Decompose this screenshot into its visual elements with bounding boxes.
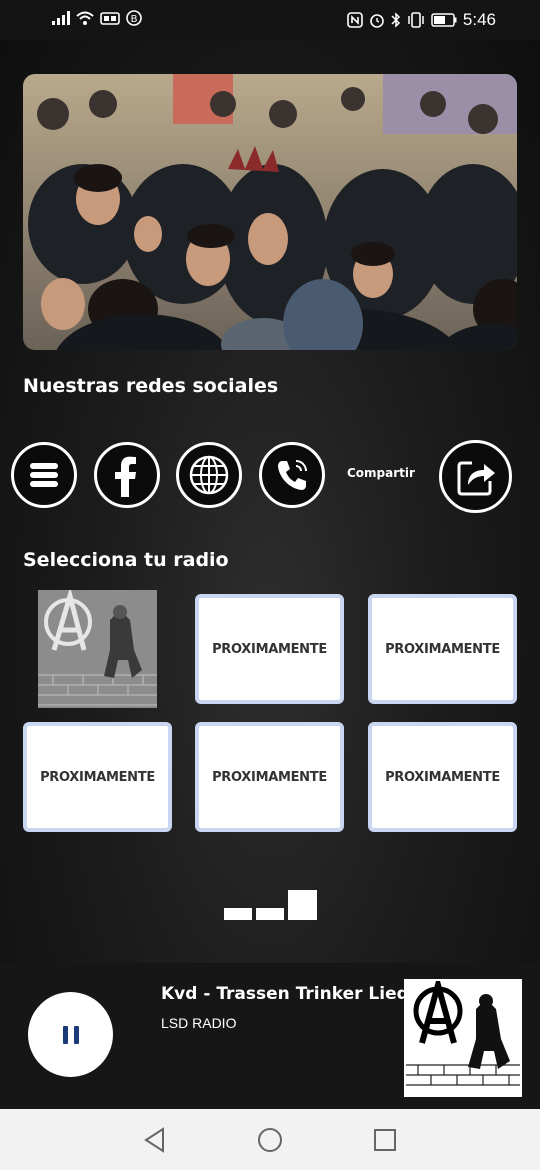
radio-tile-label: PROXIMAMENTE [385,769,500,785]
share-label: Compartir [347,466,415,480]
hd-icon [100,12,120,25]
wifi-icon [76,11,94,25]
svg-text:B: B [131,14,138,25]
back-icon [144,1127,164,1153]
radio-tile[interactable]: PROXIMAMENTE [195,722,344,832]
home-icon [258,1128,282,1152]
navigation-bar [0,1109,540,1170]
radio-tile-label: PROXIMAMENTE [385,641,500,657]
status-right: 5:46 [347,10,496,30]
home-button[interactable] [256,1126,284,1154]
vibrate-icon [408,12,424,28]
visualizer-bar [224,908,252,920]
battery-icon [431,13,457,27]
alarm-icon [370,14,384,28]
visualizer-bar [288,890,317,920]
status-time: 5:46 [462,10,496,29]
bluetooth-icon [391,12,400,28]
radio-tile-label: PROXIMAMENTE [40,769,155,785]
notification-b-icon: B [126,10,142,26]
radio-tile-label: PROXIMAMENTE [212,769,327,785]
hero-image [23,74,517,350]
phone-icon [278,460,307,490]
recents-button[interactable] [371,1126,399,1154]
radio-tile[interactable]: PROXIMAMENTE [368,594,517,704]
radio-tile[interactable]: PROXIMAMENTE [368,722,517,832]
globe-icon [189,455,229,495]
radio-tile-label: PROXIMAMENTE [212,641,327,657]
radio-section-title: Selecciona tu radio [23,549,229,571]
menu-icon [30,463,58,487]
share-icon [457,461,495,495]
pause-icon [62,1025,79,1044]
menu-button[interactable] [11,442,77,508]
visualizer-bar [256,908,284,920]
album-cover [404,979,522,1097]
radio-tile[interactable]: PROXIMAMENTE [23,722,172,832]
station-name: LSD RADIO [161,1015,237,1031]
phone-button[interactable] [259,442,325,508]
facebook-button[interactable] [94,442,160,508]
radio-tile[interactable]: PROXIMAMENTE [195,594,344,704]
pause-button[interactable] [28,992,113,1077]
nfc-icon [347,12,363,28]
back-button[interactable] [141,1126,169,1154]
share-button[interactable] [439,440,512,513]
recents-icon [374,1129,396,1151]
website-button[interactable] [176,442,242,508]
cover-artwork [406,981,520,1095]
radio-artwork [38,590,157,708]
status-left: B [52,10,142,26]
radio-tile-lsd[interactable] [38,590,157,708]
status-bar: B 5:46 [0,0,540,40]
social-section-title: Nuestras redes sociales [23,375,279,397]
track-title: Kvd - Trassen Trinker Lied [161,984,409,1004]
facebook-icon [115,456,136,497]
signal-icon [52,11,70,25]
